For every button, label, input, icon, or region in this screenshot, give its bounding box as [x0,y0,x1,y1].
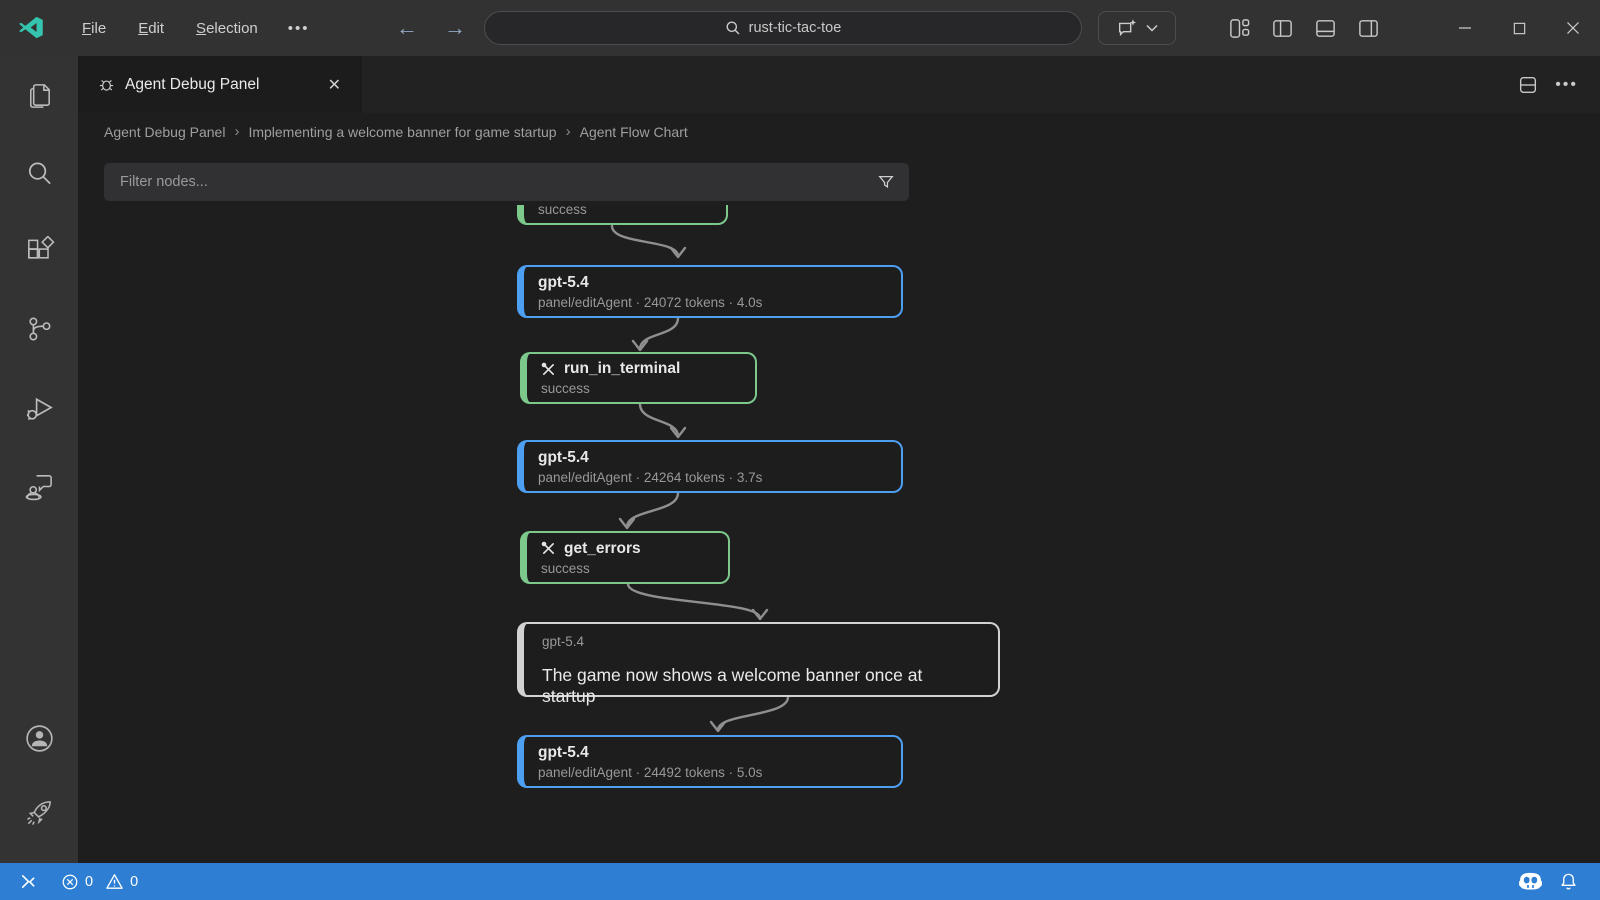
node-subtitle: panel/editAgent · 24072 tokens · 4.0s [538,295,887,310]
sidebar-item-source-control[interactable] [0,290,78,368]
menu-edit[interactable]: Edit [122,14,180,43]
filter-bar [78,150,1600,205]
more-actions-icon[interactable]: ••• [1555,76,1578,94]
flow-node-partial-success[interactable]: success [517,205,728,225]
layout-controls [1228,0,1380,56]
filter-input-wrap [104,163,909,201]
status-bar: 0 0 [0,863,1600,900]
tab-strip-empty [362,56,1517,113]
activity-bar [0,56,78,863]
toggle-secondary-sidebar-icon[interactable] [1357,17,1380,40]
flow-node-llm-call-2[interactable]: gpt-5.4 panel/editAgent · 24264 tokens ·… [517,440,903,493]
tools-icon [541,541,556,556]
account-icon [23,722,56,755]
copilot-status[interactable] [1510,872,1551,891]
flow-node-run-in-terminal[interactable]: run_in_terminal success [520,352,757,404]
flow-node-get-errors[interactable]: get_errors success [520,531,730,584]
command-center-search[interactable]: rust-tic-tac-toe [484,11,1082,45]
customize-layout-icon[interactable] [1228,17,1251,40]
debug-play-icon [24,392,55,423]
warning-count: 0 [130,874,138,890]
forward-arrow-icon[interactable]: → [438,15,472,41]
sidebar-item-account[interactable] [0,701,78,775]
minimize-button[interactable] [1438,0,1492,56]
activity-bar-spacer [0,524,78,701]
chat-sparkle-icon [1116,17,1138,39]
problems-indicator[interactable]: 0 0 [53,863,146,900]
sidebar-item-rocket[interactable] [0,775,78,849]
menu-bar: File Edit Selection ••• [66,0,324,56]
bug-icon [98,76,115,93]
breadcrumb-item-root[interactable]: Agent Debug Panel [104,124,225,140]
node-title: gpt-5.4 [538,274,887,292]
history-nav: ← → [390,0,472,56]
chevron-right-icon: › [566,123,571,140]
bell-icon [1559,872,1578,891]
agent-flow-chart: success gpt-5.4 panel/editAgent · 24072 … [78,205,1600,863]
title-bar: File Edit Selection ••• ← → rust-tic-tac… [0,0,1600,56]
node-title: gpt-5.4 [538,449,887,467]
chat-person-icon [24,470,55,501]
error-count: 0 [85,874,93,890]
tab-strip: Agent Debug Panel ✕ ••• [78,56,1600,113]
toggle-panel-icon[interactable] [1314,17,1337,40]
node-title: gpt-5.4 [538,744,887,762]
menu-selection[interactable]: Selection [180,14,274,43]
sidebar-item-search[interactable] [0,134,78,212]
node-subtitle: panel/editAgent · 24264 tokens · 3.7s [538,470,887,485]
status-bar-right [1510,872,1600,891]
copilot-chat-button[interactable] [1098,11,1176,45]
extensions-icon [24,236,55,267]
flow-node-llm-call-3[interactable]: gpt-5.4 panel/editAgent · 24492 tokens ·… [517,735,903,788]
node-message: The game now shows a welcome banner once… [542,665,980,707]
sidebar-item-run-debug[interactable] [0,368,78,446]
vscode-logo-icon [18,14,45,41]
node-model-label: gpt-5.4 [542,634,980,649]
breadcrumb-item-task[interactable]: Implementing a welcome banner for game s… [248,124,556,140]
editor-area: Agent Debug Panel ✕ ••• Agent Debug Pane… [78,56,1600,863]
copilot-icon [1518,872,1543,891]
flow-node-llm-call-1[interactable]: gpt-5.4 panel/editAgent · 24072 tokens ·… [517,265,903,318]
warning-icon [105,872,124,891]
chevron-right-icon: › [234,123,239,140]
node-status: success [541,381,741,396]
sidebar-item-chat[interactable] [0,446,78,524]
search-icon [725,20,741,36]
sidebar-item-explorer[interactable] [0,56,78,134]
node-status: success [538,205,712,217]
files-icon [24,80,55,111]
notifications-bell[interactable] [1551,872,1586,891]
search-icon [24,158,55,189]
back-arrow-icon[interactable]: ← [390,15,424,41]
maximize-button[interactable] [1492,0,1546,56]
error-icon [61,873,79,891]
tab-label: Agent Debug Panel [125,76,312,94]
node-status: success [541,561,714,576]
split-editor-icon[interactable] [1517,74,1539,96]
chevron-down-icon [1146,24,1158,32]
node-title: run_in_terminal [564,360,680,378]
tab-close-icon[interactable]: ✕ [322,73,347,97]
search-value: rust-tic-tac-toe [749,20,842,36]
filter-nodes-input[interactable] [118,173,867,191]
editor-actions: ••• [1517,56,1600,113]
window-controls [1438,0,1600,56]
node-subtitle: panel/editAgent · 24492 tokens · 5.0s [538,765,887,780]
tools-icon [541,362,556,377]
rocket-icon [24,797,55,828]
remote-indicator[interactable] [0,863,53,900]
sidebar-item-extensions[interactable] [0,212,78,290]
breadcrumb-item-view[interactable]: Agent Flow Chart [580,124,688,140]
flow-node-final-message[interactable]: gpt-5.4 The game now shows a welcome ban… [517,622,1000,697]
filter-funnel-icon[interactable] [877,173,895,191]
breadcrumb: Agent Debug Panel › Implementing a welco… [78,113,1600,150]
close-window-button[interactable] [1546,0,1600,56]
source-control-icon [24,314,54,344]
menu-overflow-button[interactable]: ••• [274,14,324,43]
menu-file[interactable]: File [66,14,122,43]
remote-icon [18,872,37,891]
tab-agent-debug-panel[interactable]: Agent Debug Panel ✕ [78,56,362,113]
toggle-primary-sidebar-icon[interactable] [1271,17,1294,40]
node-title: get_errors [564,540,641,558]
